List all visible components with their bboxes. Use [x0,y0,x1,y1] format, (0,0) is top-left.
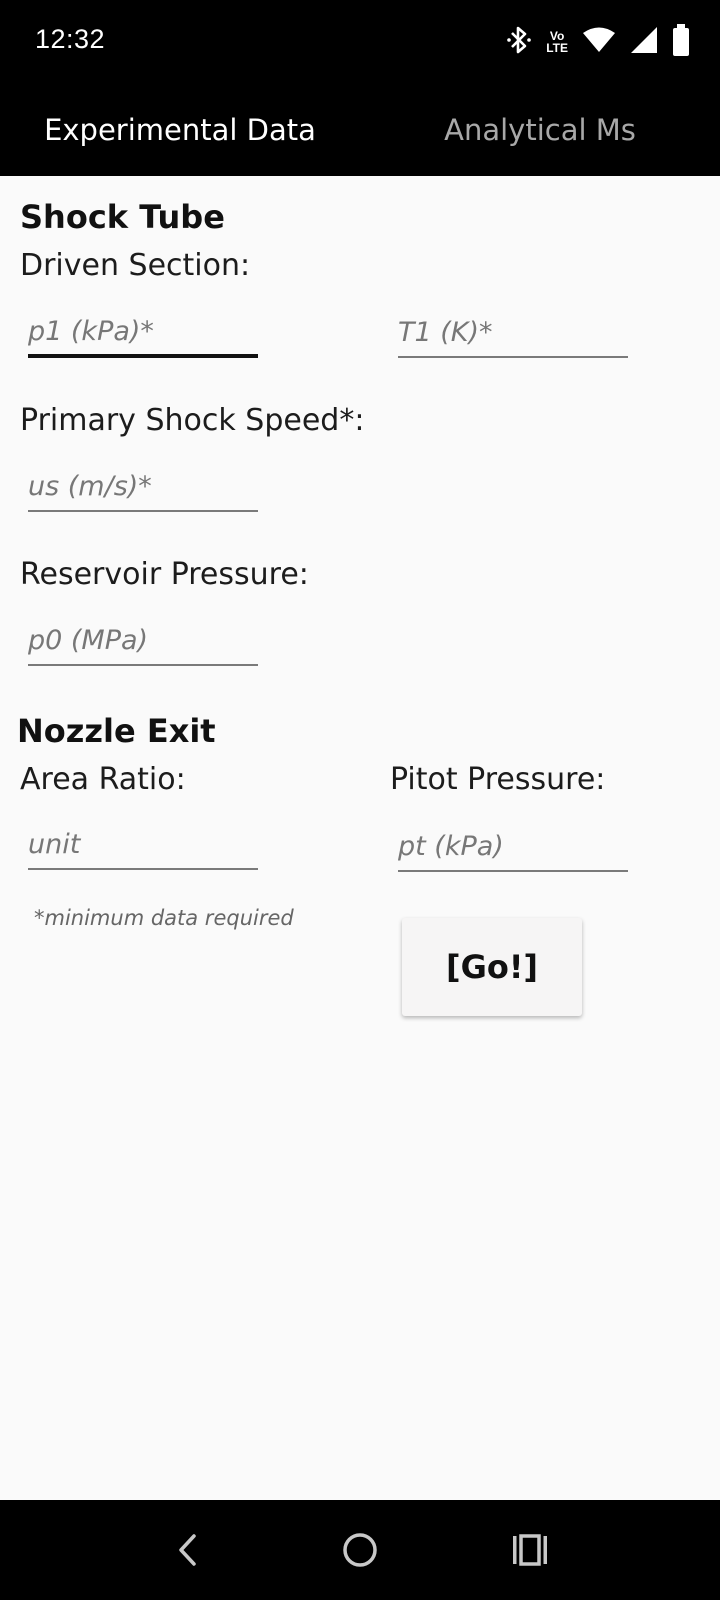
status-icons: Vo LTE [506,22,690,62]
us-field [28,452,258,512]
reservoir-pressure-label: Reservoir Pressure: [20,557,309,592]
t1-input[interactable] [398,298,628,356]
tab-analytical-ms[interactable]: Analytical Ms [360,84,720,176]
p0-field [28,606,258,666]
nozzle-exit-heading: Nozzle Exit [17,712,216,750]
driven-section-label: Driven Section: [20,248,251,283]
volte-icon: Vo LTE [546,30,568,54]
p1-input[interactable] [28,298,258,354]
p0-input[interactable] [28,606,258,664]
bluetooth-icon [506,25,532,59]
tab-experimental-data[interactable]: Experimental Data [0,84,360,176]
back-icon[interactable] [172,1530,206,1574]
status-bar: 12:32 Vo LTE [0,0,720,84]
shock-speed-label: Primary Shock Speed*: [20,403,365,438]
t1-field [398,298,628,358]
signal-icon [630,26,658,58]
status-time: 12:32 [35,24,106,54]
battery-icon [672,24,690,60]
navigation-bar [0,1500,720,1600]
pitot-input[interactable] [398,812,628,870]
area-ratio-input[interactable] [28,810,258,868]
tab-bar: Experimental Data Analytical Ms [0,84,720,176]
shock-tube-heading: Shock Tube [20,198,225,236]
go-button[interactable]: [Go!] [402,918,582,1016]
area-ratio-label: Area Ratio: [20,762,186,797]
recents-icon[interactable] [510,1530,550,1574]
us-input[interactable] [28,452,258,510]
home-icon[interactable] [340,1530,380,1574]
area-ratio-field [28,810,258,870]
pitot-field [398,812,628,872]
volte-line2: LTE [546,41,568,55]
minimum-data-note: *minimum data required [34,906,294,930]
pitot-pressure-label: Pitot Pressure: [390,762,606,797]
p1-field [28,298,258,358]
wifi-icon [582,27,616,57]
